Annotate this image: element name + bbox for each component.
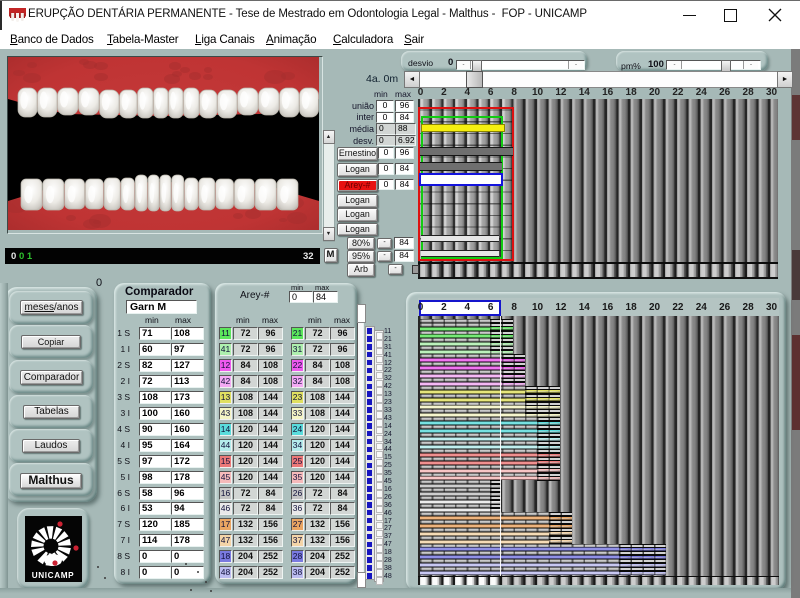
- svg-text:UNICAMP: UNICAMP: [32, 571, 74, 580]
